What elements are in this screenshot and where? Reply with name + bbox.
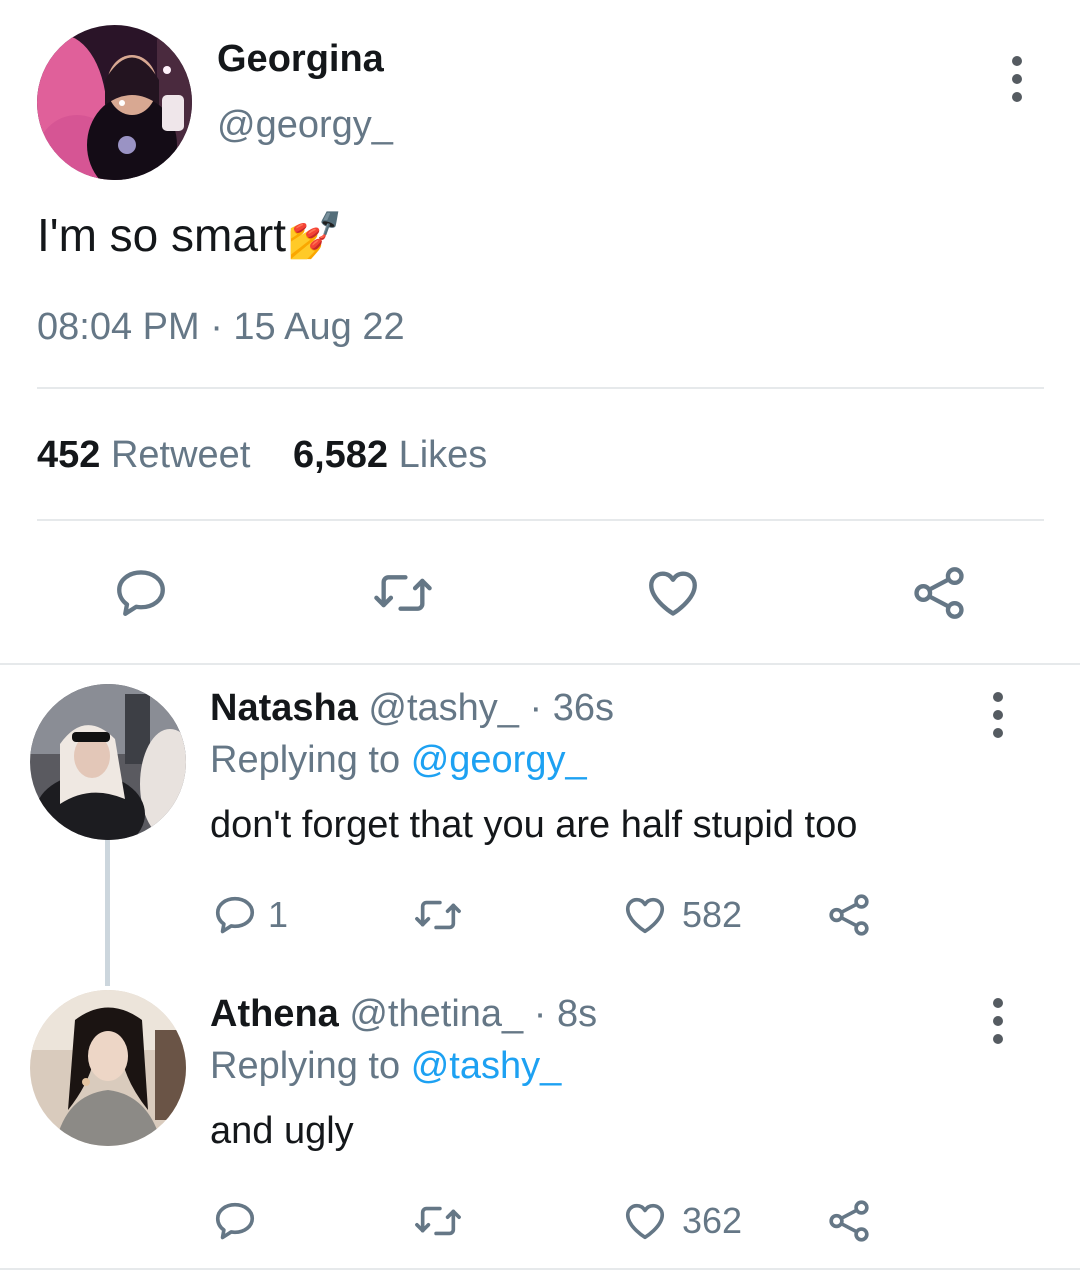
retweet-icon — [374, 575, 432, 611]
reply-time: · 36s — [529, 687, 614, 729]
likes-stat[interactable]: 6,582 Likes — [293, 434, 487, 476]
more-vertical-icon — [1012, 56, 1022, 66]
more-vertical-icon — [993, 692, 1003, 702]
reply-header: Athena @thetina_ · 8s — [210, 993, 597, 1036]
share-icon — [914, 567, 964, 619]
divider-top — [37, 387, 1044, 389]
reply-retweet-button[interactable] — [411, 892, 475, 938]
replying-to-line: Replying to @tashy_ — [210, 1045, 561, 1088]
tweet-text-content: I'm so smart — [37, 209, 287, 261]
reply-like-button[interactable]: 362 — [620, 1198, 742, 1244]
retweet-button[interactable] — [371, 564, 435, 622]
author-name[interactable]: Georgina — [217, 38, 384, 81]
reply-reply-button[interactable]: 1 — [212, 892, 288, 938]
replying-to-line: Replying to @georgy_ — [210, 739, 587, 782]
reply-like-button[interactable]: 582 — [620, 892, 742, 938]
divider-bottom — [37, 519, 1044, 521]
reply-text: don't forget that you are half stupid to… — [210, 804, 858, 846]
bottom-divider — [0, 1268, 1080, 1270]
likes-count: 6,582 — [292, 434, 389, 476]
likes-label: Likes — [398, 434, 488, 476]
reply-avatar-athena[interactable] — [30, 990, 186, 1146]
share-icon — [829, 894, 869, 936]
retweet-icon — [415, 1206, 461, 1236]
reply-author-handle[interactable]: @thetina_ — [349, 993, 523, 1035]
tweet-stats: 452 Retweet 6,582 Likes — [37, 434, 487, 477]
retweet-count: 452 — [37, 434, 101, 476]
comment-icon — [215, 896, 255, 934]
like-count: 582 — [682, 894, 743, 935]
reply-header: Natasha @tashy_ · 36s — [210, 687, 614, 730]
reply-count: 1 — [268, 894, 289, 935]
reply-author-name[interactable]: Athena — [210, 993, 339, 1035]
like-button[interactable] — [643, 564, 703, 622]
more-vertical-icon — [993, 998, 1003, 1008]
reply-share-button[interactable] — [825, 892, 873, 938]
tweet-text: I'm so smart💅 — [37, 208, 343, 263]
share-button[interactable] — [909, 564, 969, 622]
reply-reply-button[interactable] — [212, 1198, 268, 1244]
reply-share-button[interactable] — [825, 1198, 873, 1244]
reply-text: and ugly — [210, 1110, 354, 1152]
reply-retweet-button[interactable] — [411, 1198, 475, 1244]
reply-more-options-button[interactable] — [983, 692, 1013, 738]
more-options-button[interactable] — [1002, 56, 1032, 102]
nail-polish-emoji: 💅 — [286, 209, 344, 261]
retweet-stat[interactable]: 452 Retweet — [37, 434, 261, 476]
heart-icon — [625, 1203, 665, 1240]
reply-more-options-button[interactable] — [983, 998, 1013, 1044]
heart-icon — [649, 571, 697, 616]
like-count: 362 — [682, 1200, 743, 1241]
comment-icon — [215, 1202, 255, 1240]
author-avatar[interactable] — [37, 25, 192, 180]
reply-author-handle[interactable]: @tashy_ — [368, 687, 519, 729]
author-handle[interactable]: @georgy_ — [217, 104, 393, 147]
section-divider — [0, 663, 1080, 665]
tweet-timestamp[interactable]: 08:04 PM · 15 Aug 22 — [37, 306, 405, 349]
thread-line — [105, 838, 110, 986]
reply-time: · 8s — [533, 993, 598, 1035]
heart-icon — [625, 897, 665, 934]
reply-avatar-natasha[interactable] — [30, 684, 186, 840]
share-icon — [829, 1200, 869, 1242]
retweet-icon — [415, 900, 461, 930]
replying-to-label: Replying to — [210, 1045, 401, 1087]
replying-to-handle[interactable]: @tashy_ — [411, 1045, 562, 1087]
replying-to-label: Replying to — [210, 739, 401, 781]
retweet-label: Retweet — [110, 434, 251, 476]
reply-author-name[interactable]: Natasha — [210, 687, 358, 729]
reply-button[interactable] — [112, 564, 170, 622]
replying-to-handle[interactable]: @georgy_ — [411, 739, 587, 781]
comment-icon — [117, 570, 165, 616]
